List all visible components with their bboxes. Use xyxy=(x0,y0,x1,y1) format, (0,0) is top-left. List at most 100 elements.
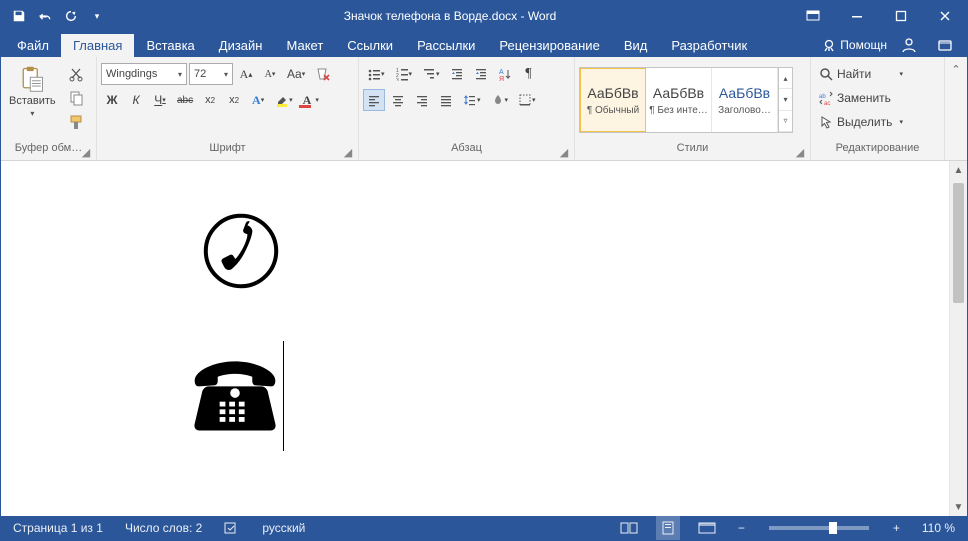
tab-developer[interactable]: Разработчик xyxy=(659,34,759,57)
document-title: Значок телефона в Ворде.docx - Word xyxy=(109,9,791,23)
close-icon[interactable] xyxy=(923,1,967,31)
format-painter-icon[interactable] xyxy=(64,111,88,133)
replace-button[interactable]: abacЗаменить xyxy=(815,87,907,109)
document-page[interactable] xyxy=(1,161,949,516)
dialog-launcher-icon[interactable]: ◢ xyxy=(794,146,806,158)
group-editing: Найти▾ abacЗаменить Выделить▾ Редактиров… xyxy=(811,57,945,160)
show-marks-icon[interactable]: ¶ xyxy=(518,63,540,85)
tab-insert[interactable]: Вставка xyxy=(134,34,206,57)
desk-phone-symbol xyxy=(187,346,283,442)
text-effects-icon[interactable]: A▾ xyxy=(247,89,269,111)
undo-icon[interactable] xyxy=(33,4,57,28)
change-case-icon[interactable]: Aa▾ xyxy=(283,63,309,85)
underline-button[interactable]: Ч▾ xyxy=(149,89,171,111)
dialog-launcher-icon[interactable]: ◢ xyxy=(80,146,92,158)
share-icon[interactable] xyxy=(931,33,959,57)
bold-button[interactable]: Ж xyxy=(101,89,123,111)
scroll-up-icon[interactable]: ▲ xyxy=(950,161,967,179)
paste-button[interactable]: Вставить ▾ xyxy=(5,63,60,120)
tab-home[interactable]: Главная xyxy=(61,34,134,57)
font-color-icon[interactable]: A▾ xyxy=(299,89,323,111)
zoom-out-icon[interactable]: − xyxy=(734,516,749,540)
scroll-down-icon[interactable]: ▼ xyxy=(950,498,967,516)
read-mode-icon[interactable] xyxy=(616,516,642,540)
tab-references[interactable]: Ссылки xyxy=(335,34,405,57)
style-no-spacing[interactable]: АаБбВв¶ Без инте… xyxy=(646,68,712,132)
styles-gallery[interactable]: АаБбВв¶ Обычный АаБбВв¶ Без инте… АаБбВв… xyxy=(579,67,793,133)
zoom-level[interactable]: 110 % xyxy=(918,516,959,540)
superscript-icon[interactable]: x2 xyxy=(223,89,245,111)
group-styles: АаБбВв¶ Обычный АаБбВв¶ Без инте… АаБбВв… xyxy=(575,57,811,160)
window-controls xyxy=(791,1,967,31)
svg-text:3: 3 xyxy=(396,78,399,81)
scroll-thumb[interactable] xyxy=(953,183,964,303)
styles-more-icon[interactable]: ▴▾▿ xyxy=(778,68,792,132)
style-normal[interactable]: АаБбВв¶ Обычный xyxy=(580,68,646,132)
numbering-icon[interactable]: 123▾ xyxy=(391,63,417,85)
group-label: Абзац xyxy=(451,142,482,154)
statusbar: Страница 1 из 1 Число слов: 2 русский − … xyxy=(1,516,967,540)
cut-icon[interactable] xyxy=(64,63,88,85)
clear-formatting-icon[interactable] xyxy=(311,63,335,85)
subscript-icon[interactable]: x2 xyxy=(199,89,221,111)
sort-icon[interactable]: AЯ xyxy=(494,63,516,85)
save-icon[interactable] xyxy=(7,4,31,28)
tell-me-icon[interactable]: Помощн xyxy=(822,33,887,57)
line-spacing-icon[interactable]: ▾ xyxy=(459,89,485,111)
strikethrough-button[interactable]: abc xyxy=(173,89,197,111)
highlight-icon[interactable]: ▾ xyxy=(271,89,297,111)
bullets-icon[interactable]: ▾ xyxy=(363,63,389,85)
style-heading1[interactable]: АаБбВвЗаголово… xyxy=(712,68,778,132)
zoom-in-icon[interactable]: + xyxy=(889,516,904,540)
redo-icon[interactable] xyxy=(59,4,83,28)
tab-layout[interactable]: Макет xyxy=(274,34,335,57)
ribbon-display-icon[interactable] xyxy=(791,1,835,31)
dialog-launcher-icon[interactable]: ◢ xyxy=(342,146,354,158)
page-indicator[interactable]: Страница 1 из 1 xyxy=(9,516,107,540)
minimize-icon[interactable] xyxy=(835,1,879,31)
multilevel-list-icon[interactable]: ▾ xyxy=(418,63,444,85)
language-indicator[interactable]: русский xyxy=(258,516,309,540)
align-center-icon[interactable] xyxy=(387,89,409,111)
vertical-scrollbar[interactable]: ▲ ▼ xyxy=(949,161,967,516)
align-right-icon[interactable] xyxy=(411,89,433,111)
justify-icon[interactable] xyxy=(435,89,457,111)
group-label: Буфер обм… xyxy=(15,142,82,154)
tab-view[interactable]: Вид xyxy=(612,34,660,57)
ribbon-tabs: Файл Главная Вставка Дизайн Макет Ссылки… xyxy=(1,31,967,57)
quick-access-toolbar: ▾ xyxy=(1,4,109,28)
svg-text:A: A xyxy=(499,69,504,76)
ribbon: Вставить ▾ Буфер обм…◢ Wingdings▾ 72▾ xyxy=(1,57,967,161)
decrease-indent-icon[interactable] xyxy=(446,63,468,85)
zoom-slider[interactable] xyxy=(769,526,869,530)
print-layout-icon[interactable] xyxy=(656,516,680,540)
find-button[interactable]: Найти▾ xyxy=(815,63,907,85)
align-left-icon[interactable] xyxy=(363,89,385,111)
font-name-combo[interactable]: Wingdings▾ xyxy=(101,63,187,85)
shading-icon[interactable]: ▾ xyxy=(487,89,513,111)
document-area: ▲ ▼ xyxy=(1,161,967,516)
copy-icon[interactable] xyxy=(64,87,88,109)
text-cursor xyxy=(283,341,284,451)
increase-indent-icon[interactable] xyxy=(470,63,492,85)
dialog-launcher-icon[interactable]: ◢ xyxy=(558,146,570,158)
qat-customize-icon[interactable]: ▾ xyxy=(85,4,109,28)
account-icon[interactable] xyxy=(895,33,923,57)
svg-text:ab: ab xyxy=(819,94,826,100)
collapse-ribbon-icon[interactable]: ⌃ xyxy=(945,57,967,160)
tell-me-label: Помощн xyxy=(840,38,887,52)
spellcheck-icon[interactable] xyxy=(220,516,244,540)
shrink-font-icon[interactable]: A▾ xyxy=(259,63,281,85)
select-button[interactable]: Выделить▾ xyxy=(815,111,907,133)
maximize-icon[interactable] xyxy=(879,1,923,31)
tab-file[interactable]: Файл xyxy=(5,34,61,57)
tab-design[interactable]: Дизайн xyxy=(207,34,275,57)
borders-icon[interactable]: ▾ xyxy=(514,89,540,111)
italic-button[interactable]: К xyxy=(125,89,147,111)
tab-mailings[interactable]: Рассылки xyxy=(405,34,487,57)
web-layout-icon[interactable] xyxy=(694,516,720,540)
tab-review[interactable]: Рецензирование xyxy=(487,34,611,57)
word-count[interactable]: Число слов: 2 xyxy=(121,516,206,540)
font-size-combo[interactable]: 72▾ xyxy=(189,63,233,85)
grow-font-icon[interactable]: A▴ xyxy=(235,63,257,85)
